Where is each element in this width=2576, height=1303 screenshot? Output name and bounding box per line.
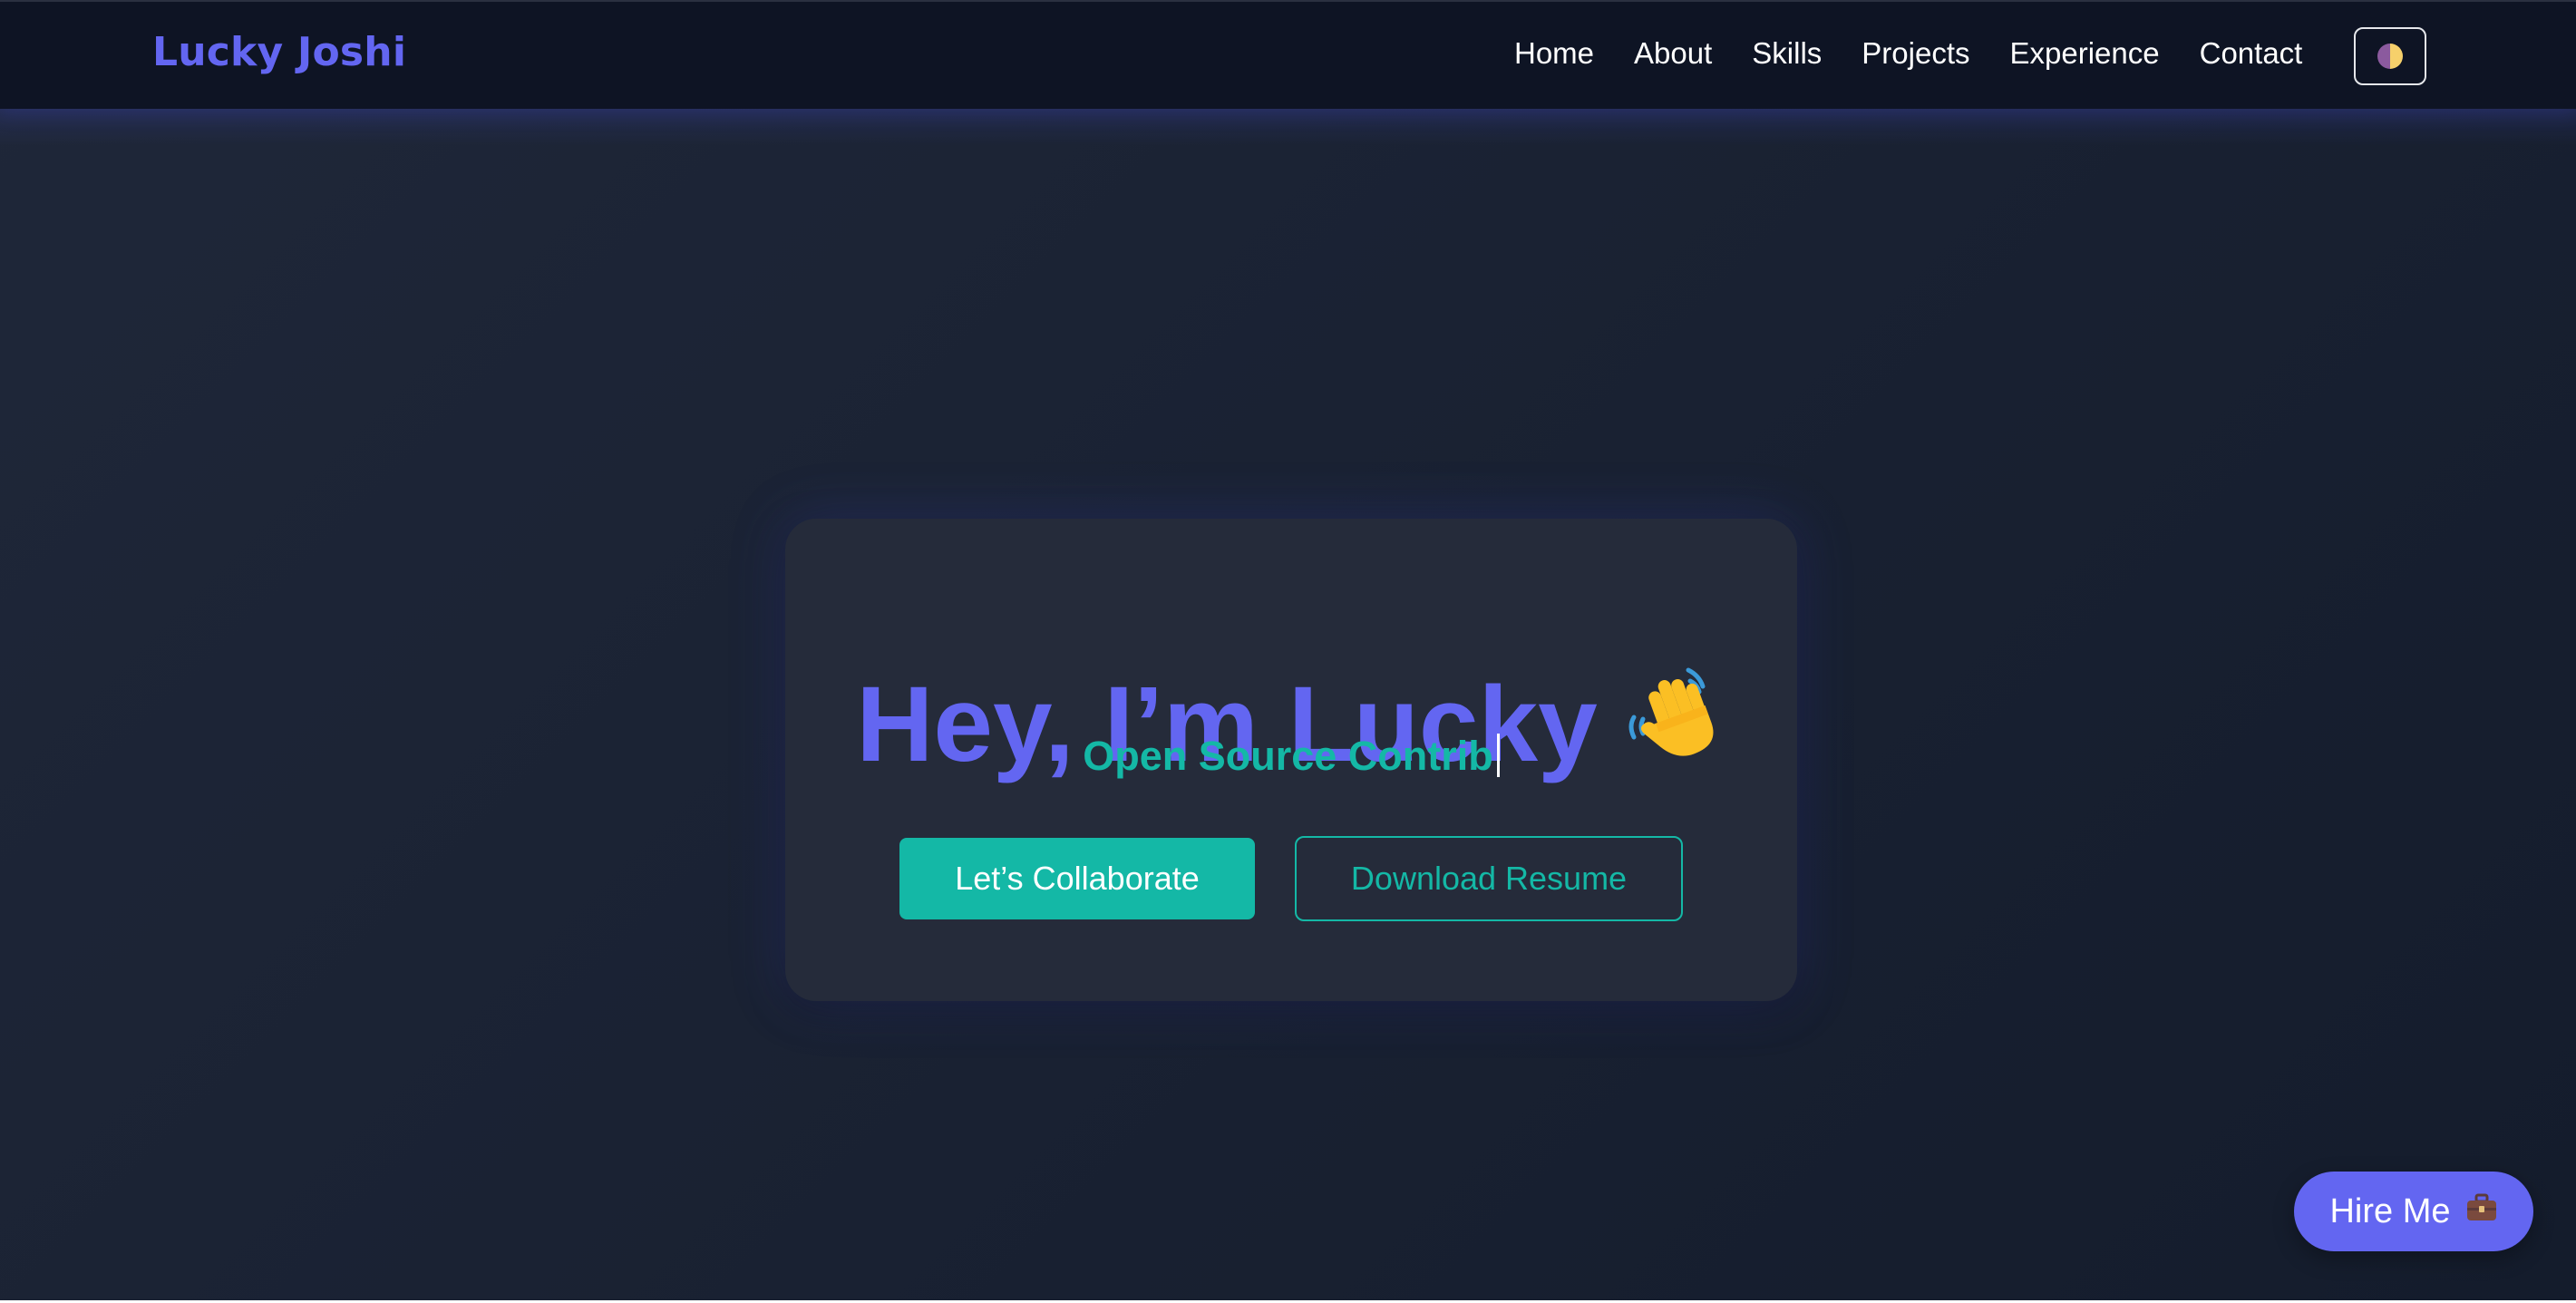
- hero-card: Hey, I’m Lucky Open Source Contrib Let’s…: [785, 519, 1797, 1001]
- nav-link-projects[interactable]: Projects: [1862, 36, 1969, 71]
- collaborate-button[interactable]: Let’s Collaborate: [899, 838, 1255, 919]
- hire-me-button[interactable]: Hire Me: [2294, 1172, 2533, 1251]
- nav-link-home[interactable]: Home: [1514, 36, 1594, 71]
- text-cursor: [1496, 734, 1500, 777]
- nav-link-skills[interactable]: Skills: [1752, 36, 1822, 71]
- nav-link-contact[interactable]: Contact: [2200, 36, 2303, 71]
- page-background: Lucky Joshi Home About Skills Projects E…: [0, 0, 2576, 1300]
- half-moon-icon: [2377, 44, 2403, 69]
- nav-link-about[interactable]: About: [1634, 36, 1712, 71]
- typing-text: Open Source Contrib: [1083, 733, 1493, 779]
- briefcase-icon: [2465, 1192, 2498, 1231]
- nav-links: Home About Skills Projects Experience Co…: [1514, 36, 2342, 71]
- navbar: Lucky Joshi Home About Skills Projects E…: [0, 0, 2576, 109]
- download-resume-button[interactable]: Download Resume: [1295, 836, 1683, 921]
- brand-logo[interactable]: Lucky Joshi: [152, 29, 406, 75]
- hire-me-label: Hire Me: [2329, 1191, 2451, 1230]
- typing-subtitle: Open Source Contrib: [785, 733, 1797, 780]
- theme-toggle-button[interactable]: [2354, 27, 2426, 85]
- nav-link-experience[interactable]: Experience: [2010, 36, 2160, 71]
